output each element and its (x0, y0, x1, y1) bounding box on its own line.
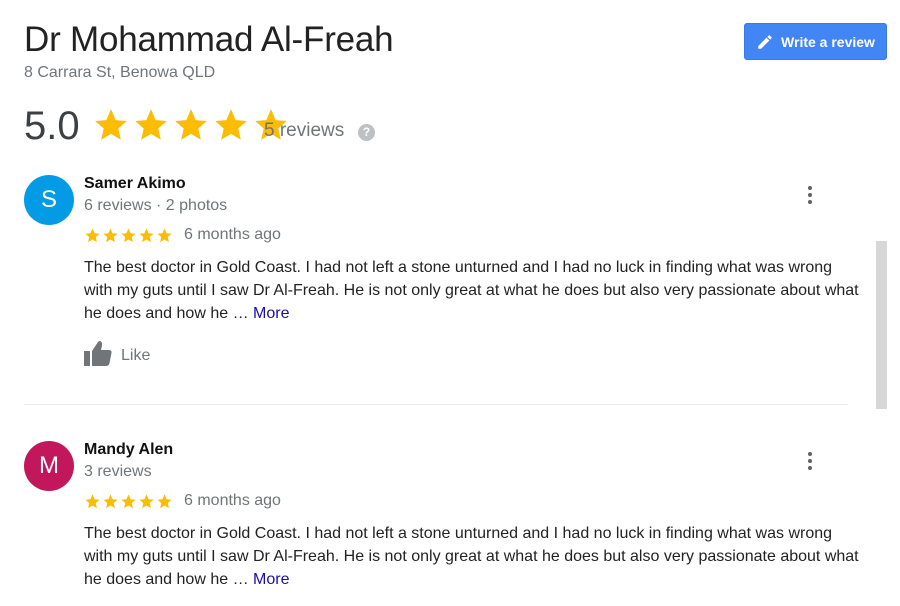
reviewer-meta: 6 reviews · 2 photos (84, 197, 228, 214)
star-icon (215, 109, 247, 140)
like-label: Like (121, 346, 151, 364)
thumb-up-icon (83, 340, 113, 371)
scrollbar-thumb[interactable] (876, 241, 887, 409)
reviewer-name[interactable]: Mandy Alen (84, 441, 173, 459)
star-icon (95, 109, 127, 140)
write-review-label: Write a review (781, 33, 875, 50)
review-stars (84, 227, 174, 244)
avatar[interactable]: S (24, 175, 74, 225)
star-icon (103, 227, 118, 242)
review-count-link[interactable]: 5 reviews (264, 120, 344, 142)
page-title: Dr Mohammad Al-Freah (24, 20, 394, 59)
star-icon (135, 109, 167, 140)
review-body: The best doctor in Gold Coast. I had not… (84, 259, 859, 322)
star-icon (157, 493, 172, 508)
more-link[interactable]: More (253, 571, 289, 588)
help-icon[interactable]: ? (358, 124, 375, 141)
review-text: The best doctor in Gold Coast. I had not… (84, 522, 864, 591)
pencil-icon (756, 33, 774, 51)
reviewer-name[interactable]: Samer Akimo (84, 175, 186, 193)
review-time: 6 months ago (184, 492, 281, 509)
star-icon (139, 493, 154, 508)
review-body: The best doctor in Gold Coast. I had not… (84, 525, 859, 588)
more-link[interactable]: More (253, 305, 289, 322)
star-icon (121, 227, 136, 242)
star-icon (175, 109, 207, 140)
star-icon (85, 227, 100, 242)
star-icon (121, 493, 136, 508)
more-vert-icon[interactable] (800, 183, 820, 207)
more-vert-icon[interactable] (800, 449, 820, 473)
review-stars (84, 493, 174, 510)
write-review-button[interactable]: Write a review (744, 23, 887, 60)
star-icon (85, 493, 100, 508)
reviewer-meta: 3 reviews (84, 463, 152, 480)
review-divider (24, 404, 848, 405)
star-icon (139, 227, 154, 242)
review-text: The best doctor in Gold Coast. I had not… (84, 256, 864, 325)
rating-stars (92, 106, 292, 144)
review-time: 6 months ago (184, 226, 281, 243)
star-icon (157, 227, 172, 242)
review-rating: 6 months ago (84, 226, 281, 244)
like-button[interactable]: Like (83, 340, 150, 371)
rating-value: 5.0 (24, 104, 80, 148)
avatar[interactable]: M (24, 441, 74, 491)
star-icon (103, 493, 118, 508)
address: 8 Carrara St, Benowa QLD (24, 64, 216, 81)
review-rating: 6 months ago (84, 492, 281, 510)
